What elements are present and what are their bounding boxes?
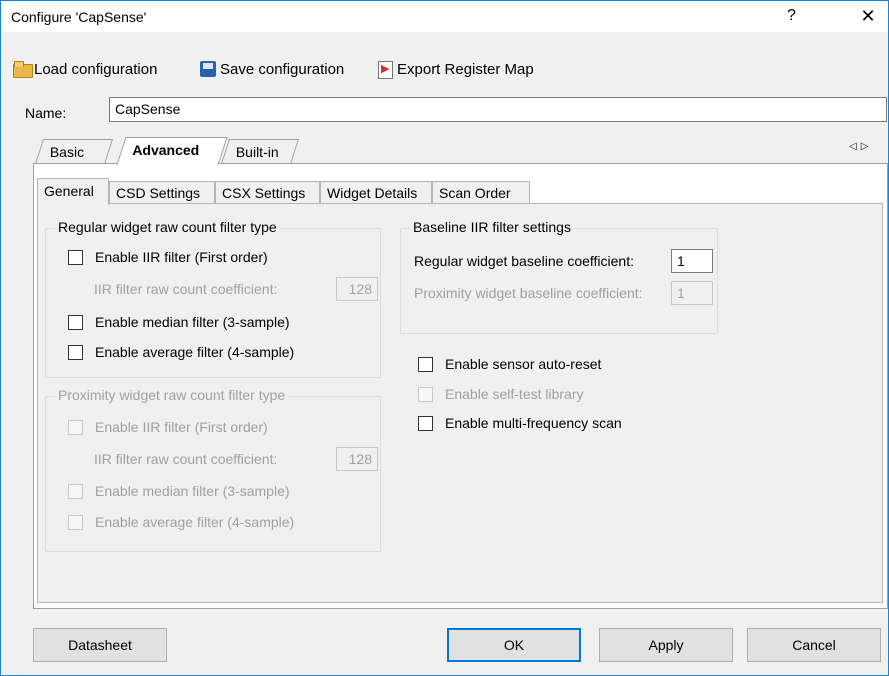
checkbox-box[interactable] [68,483,83,499]
tab-basic-label: Basic [49,144,85,160]
checkbox-box[interactable] [418,386,433,402]
tab-csd-settings[interactable]: CSD Settings [109,181,215,204]
checkbox-box[interactable] [418,356,433,372]
baseline-group-title: Baseline IIR filter settings [410,219,574,235]
tab-scroll-arrows[interactable]: ◁▷ [849,141,872,152]
checkbox-box[interactable] [68,249,83,265]
checkbox-box[interactable] [68,419,83,435]
ok-button[interactable]: OK [447,628,581,662]
proximity-filter-group-title: Proximity widget raw count filter type [55,387,289,403]
save-configuration-button[interactable]: Save configuration [199,59,344,79]
checkbox-box[interactable] [68,344,83,360]
proximity-average-label: Enable average filter (4-sample) [95,514,295,530]
baseline-group: Baseline IIR filter settings Regular wid… [400,219,718,334]
self-test-checkbox[interactable]: Enable self-test library [418,386,584,402]
help-button[interactable]: ? [787,7,796,25]
datasheet-button[interactable]: Datasheet [33,628,167,662]
tab-advanced-label: Advanced [132,142,200,158]
tab-advanced[interactable]: Advanced [116,137,228,165]
proximity-iir-coef-field[interactable]: 128 [336,447,378,471]
auto-reset-label: Enable sensor auto-reset [445,356,602,372]
regular-median-checkbox[interactable]: Enable median filter (3-sample) [68,314,290,330]
regular-baseline-field[interactable]: 1 [671,249,713,273]
proximity-iir-checkbox[interactable]: Enable IIR filter (First order) [68,419,268,435]
close-button[interactable]: ✕ [854,5,882,29]
proximity-average-checkbox[interactable]: Enable average filter (4-sample) [68,514,294,530]
tab-basic[interactable]: Basic [34,139,114,164]
regular-baseline-label: Regular widget baseline coefficient: [414,253,634,269]
load-configuration-label: Load configuration [34,60,158,78]
configure-dialog: Configure 'CapSense' ? ✕ Load configurat… [0,0,889,676]
tab-scan-order[interactable]: Scan Order [432,181,530,204]
apply-button[interactable]: Apply [599,628,733,662]
tab-general[interactable]: General [37,178,109,205]
title-bar: Configure 'CapSense' ? ✕ [1,1,888,32]
advanced-tab-panel: General CSD Settings CSX Settings Widget… [33,163,888,609]
proximity-iir-label: Enable IIR filter (First order) [95,419,268,435]
checkbox-box[interactable] [418,415,433,431]
tab-csx-settings[interactable]: CSX Settings [215,181,320,204]
proximity-filter-group: Proximity widget raw count filter type E… [45,387,381,552]
proximity-iir-coef-label: IIR filter raw count coefficient: [94,451,278,467]
proximity-median-label: Enable median filter (3-sample) [95,483,290,499]
checkbox-box[interactable] [68,314,83,330]
export-register-map-button[interactable]: Export Register Map [376,59,534,79]
multi-frequency-label: Enable multi-frequency scan [445,415,622,431]
regular-median-label: Enable median filter (3-sample) [95,314,290,330]
regular-average-checkbox[interactable]: Enable average filter (4-sample) [68,344,294,360]
export-icon [376,61,394,79]
open-folder-icon [13,61,33,78]
regular-filter-group: Regular widget raw count filter type Ena… [45,219,381,378]
load-configuration-button[interactable]: Load configuration [13,59,157,79]
auto-reset-checkbox[interactable]: Enable sensor auto-reset [418,356,601,372]
name-label: Name: [25,105,67,121]
regular-iir-checkbox[interactable]: Enable IIR filter (First order) [68,249,268,265]
regular-average-label: Enable average filter (4-sample) [95,344,295,360]
regular-iir-coef-field[interactable]: 128 [336,277,378,301]
regular-iir-coef-label: IIR filter raw count coefficient: [94,281,278,297]
self-test-label: Enable self-test library [445,386,584,402]
window-title: Configure 'CapSense' [11,9,147,25]
checkbox-box[interactable] [68,514,83,530]
cancel-button[interactable]: Cancel [747,628,881,662]
save-configuration-label: Save configuration [220,60,345,78]
save-disk-icon [199,61,217,77]
tab-built-in[interactable]: Built-in [220,139,300,164]
multi-frequency-checkbox[interactable]: Enable multi-frequency scan [418,415,622,431]
regular-filter-group-title: Regular widget raw count filter type [55,219,280,235]
proximity-baseline-field[interactable]: 1 [671,281,713,305]
tab-widget-details[interactable]: Widget Details [320,181,432,204]
regular-iir-label: Enable IIR filter (First order) [95,249,268,265]
general-tab-panel: Regular widget raw count filter type Ena… [37,203,883,603]
proximity-baseline-label: Proximity widget baseline coefficient: [414,285,643,301]
proximity-median-checkbox[interactable]: Enable median filter (3-sample) [68,483,290,499]
toolbar: Load configuration Save configuration Ex… [1,32,888,88]
tab-built-in-label: Built-in [235,144,279,160]
export-register-map-label: Export Register Map [397,60,534,78]
name-field[interactable]: CapSense [109,97,887,122]
